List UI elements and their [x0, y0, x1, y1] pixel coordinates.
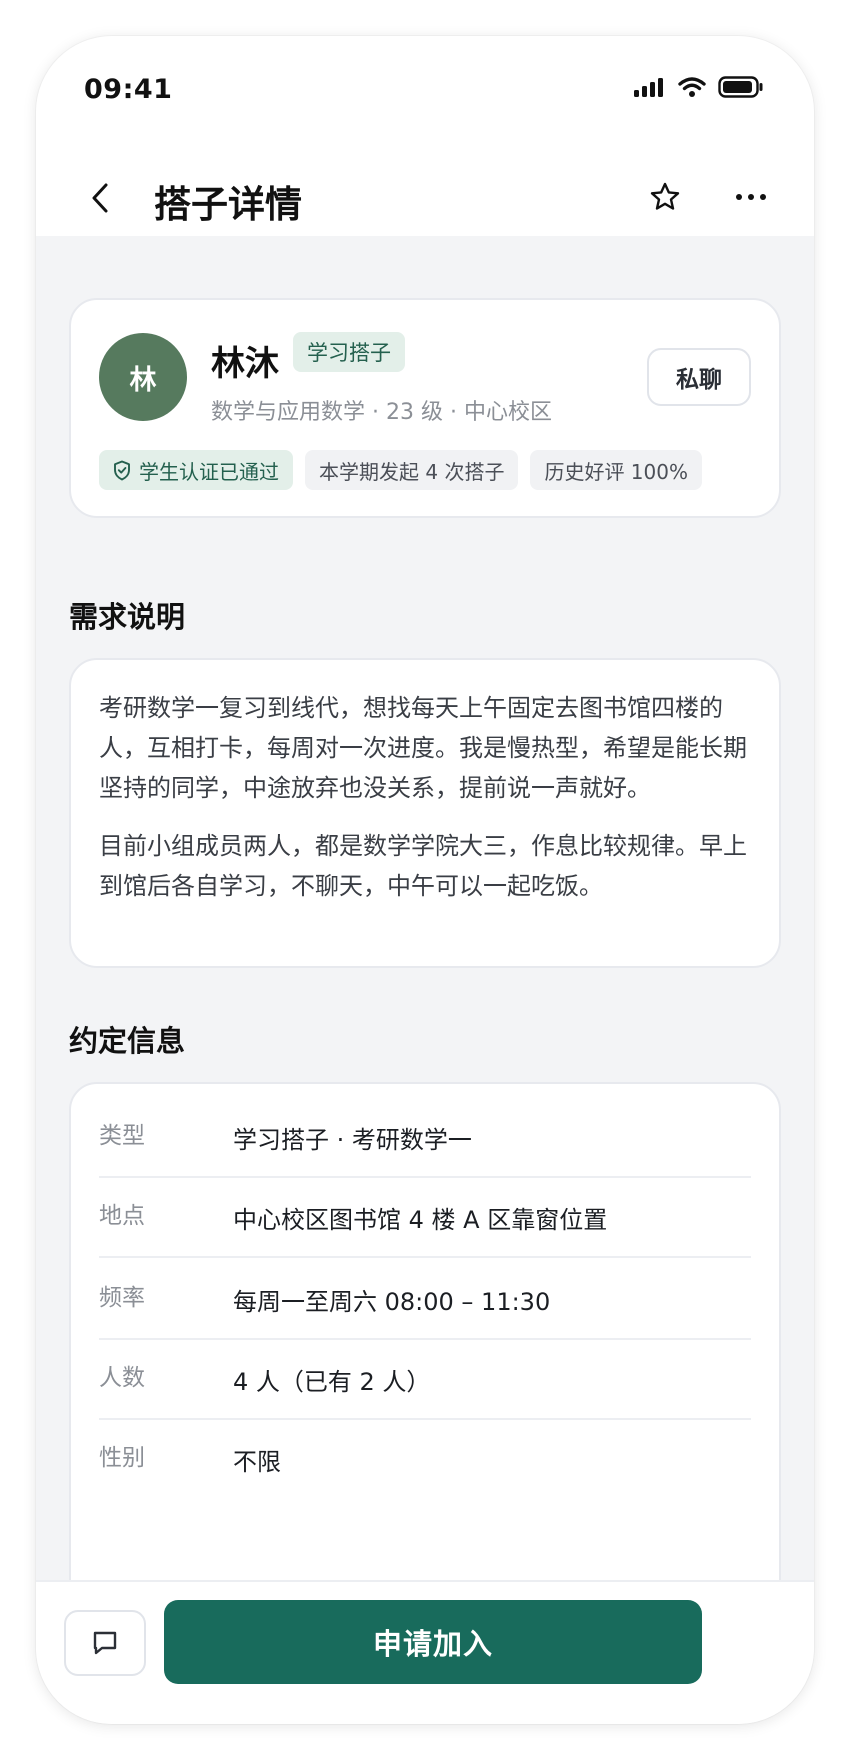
info-label: 人数 — [99, 1365, 145, 1391]
info-row-frequency: 频率 每周一至周六 08:00 – 11:30 — [99, 1260, 751, 1340]
user-meta: 数学与应用数学 · 23 级 · 中心校区 — [211, 400, 552, 425]
info-row-location: 地点 中心校区图书馆 4 楼 A 区靠窗位置 — [99, 1178, 751, 1258]
page-title: 搭子详情 — [154, 183, 302, 226]
info-row-headcount: 人数 4 人（已有 2 人） — [99, 1340, 751, 1420]
user-type-tag: 学习搭子 — [293, 332, 405, 372]
cellular-signal-icon — [634, 77, 666, 101]
description-paragraph: 目前小组成员两人，都是数学学院大三，作息比较规律。早上到馆后各自学习，不聊天，中… — [99, 832, 747, 900]
bottom-action-bar: 申请加入 — [36, 1580, 814, 1724]
comment-button[interactable] — [64, 1610, 146, 1676]
info-value: 中心校区图书馆 4 楼 A 区靠窗位置 — [233, 1206, 608, 1234]
info-value: 学习搭子 · 考研数学一 — [233, 1126, 472, 1154]
more-button[interactable] — [728, 174, 774, 220]
info-label: 性别 — [99, 1445, 145, 1471]
initiated-count-badge: 本学期发起 4 次搭子 — [305, 450, 519, 490]
private-chat-button[interactable]: 私聊 — [647, 348, 751, 406]
chevron-left-icon — [92, 183, 108, 213]
chat-bubble-icon — [93, 1631, 117, 1655]
info-row-type: 类型 学习搭子 · 考研数学一 — [99, 1098, 751, 1178]
info-label: 类型 — [99, 1123, 145, 1149]
description-paragraph: 考研数学一复习到线代，想找每天上午固定去图书馆四楼的人，互相打卡，每周对一次进度… — [99, 694, 747, 802]
battery-icon — [718, 76, 764, 102]
info-value: 4 人（已有 2 人） — [233, 1368, 431, 1396]
info-card: 类型 学习搭子 · 考研数学一 地点 中心校区图书馆 4 楼 A 区靠窗位置 频… — [69, 1082, 781, 1642]
rating-badge: 历史好评 100% — [530, 450, 702, 490]
star-icon — [650, 182, 680, 210]
status-time: 09:41 — [84, 74, 173, 105]
avatar: 林 — [99, 333, 187, 421]
shield-check-icon — [114, 460, 130, 480]
info-section-title: 约定信息 — [69, 1024, 186, 1058]
apply-join-button[interactable]: 申请加入 — [164, 1600, 702, 1684]
info-value: 每周一至周六 08:00 – 11:30 — [233, 1288, 551, 1316]
user-name: 林沐 — [211, 344, 279, 384]
profile-card: 林 林沐 学习搭子 数学与应用数学 · 23 级 · 中心校区 私聊 学生认证已… — [69, 298, 781, 518]
wifi-icon — [678, 76, 706, 102]
info-row-gender: 性别 不限 — [99, 1420, 751, 1500]
info-label: 频率 — [99, 1285, 145, 1311]
description-card: 考研数学一复习到线代，想找每天上午固定去图书馆四楼的人，互相打卡，每周对一次进度… — [69, 658, 781, 968]
badge-list: 学生认证已通过 本学期发起 4 次搭子 历史好评 100% — [99, 450, 702, 490]
info-value: 不限 — [233, 1448, 281, 1476]
favorite-button[interactable] — [642, 174, 688, 220]
description-section-title: 需求说明 — [69, 600, 186, 634]
top-bar: 09:41 搭子详情 — [36, 36, 814, 236]
more-icon — [736, 194, 766, 200]
status-icons — [634, 76, 764, 102]
phone-screen: 09:41 搭子详情 林 林沐 学习搭子 数学与应用数学 · 23 级 · 中心… — [36, 36, 814, 1724]
verified-badge-label: 学生认证已通过 — [139, 459, 279, 484]
info-label: 地点 — [99, 1203, 145, 1229]
verified-badge: 学生认证已通过 — [99, 450, 293, 490]
back-button[interactable] — [78, 176, 122, 220]
